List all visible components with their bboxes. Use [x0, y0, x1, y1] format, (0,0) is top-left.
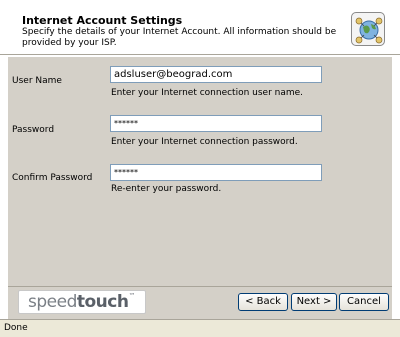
next-button[interactable]: Next > [291, 293, 337, 311]
header-divider [0, 54, 400, 56]
speedtouch-logo: speedtouch™ [18, 290, 146, 314]
status-text: Done [4, 323, 28, 333]
username-field[interactable]: adsluser@beograd.com [110, 66, 322, 83]
confirm-password-field[interactable]: ****** [110, 164, 322, 181]
page-description: Specify the details of your Internet Acc… [22, 27, 337, 48]
password-hint: Enter your Internet connection password. [111, 137, 298, 147]
page-title: Internet Account Settings [22, 14, 183, 27]
logo-trademark: ™ [128, 292, 135, 300]
logo-text-light: speed [28, 292, 77, 312]
form-panel: User Name adsluser@beograd.com Enter you… [8, 57, 392, 286]
logo-text-bold: touch [76, 292, 129, 312]
globe-network-icon [351, 12, 385, 46]
back-button[interactable]: < Back [238, 293, 288, 311]
wizard-header: Internet Account Settings Specify the de… [0, 0, 400, 54]
status-bar: Done [0, 319, 400, 337]
confirm-password-hint: Re-enter your password. [111, 184, 222, 194]
confirm-password-label: Confirm Password [12, 173, 93, 183]
password-field[interactable]: ****** [110, 115, 322, 132]
username-label: User Name [12, 76, 62, 86]
cancel-button[interactable]: Cancel [339, 293, 389, 311]
wizard-footer: speedtouch™ < Back Next > Cancel [8, 287, 392, 319]
username-hint: Enter your Internet connection user name… [111, 88, 304, 98]
password-label: Password [12, 125, 55, 135]
